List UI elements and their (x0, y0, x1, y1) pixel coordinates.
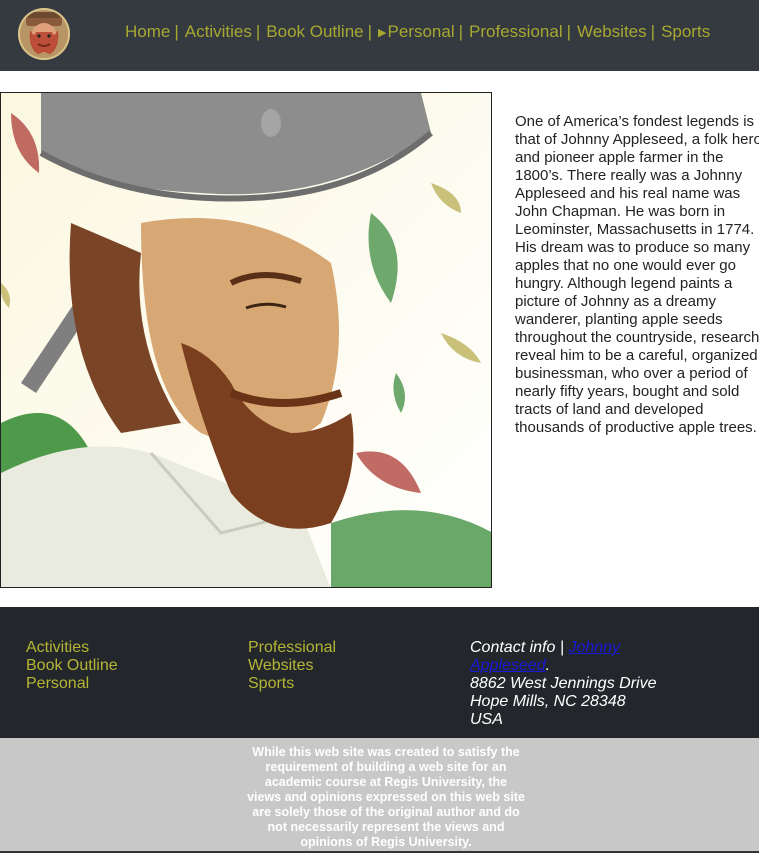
footer-link-activities[interactable]: Activities (26, 639, 118, 657)
disclaimer-bar: While this web site was created to satis… (0, 738, 759, 851)
johnny-appleseed-illustration (0, 92, 492, 588)
nav-professional[interactable]: Professional (469, 22, 563, 42)
nav-separator: | (367, 22, 373, 41)
nav-websites[interactable]: Websites (577, 22, 647, 42)
nav-book-outline[interactable]: Book Outline (266, 22, 363, 42)
nav-personal[interactable]: Personal (388, 22, 455, 42)
dropdown-arrow-icon: ▶ (378, 26, 387, 39)
nav-separator: | (566, 22, 572, 41)
site-footer: Activities Book Outline Personal Profess… (0, 607, 759, 738)
footer-links-col2: Professional Websites Sports (248, 639, 336, 693)
address-line-1: 8862 West Jennings Drive (470, 675, 657, 692)
footer-link-websites[interactable]: Websites (248, 657, 336, 675)
nav-sports[interactable]: Sports (661, 22, 710, 42)
main-nav: Home | Activities | Book Outline | ▶ Per… (125, 22, 710, 42)
nav-home[interactable]: Home (125, 22, 170, 42)
footer-link-sports[interactable]: Sports (248, 675, 336, 693)
nav-activities[interactable]: Activities (185, 22, 252, 42)
footer-link-professional[interactable]: Professional (248, 639, 336, 657)
nav-separator: | (255, 22, 261, 41)
address-country: USA (470, 711, 503, 728)
contact-info: Contact info | Johnny Appleseed. 8862 We… (470, 639, 670, 729)
address-line-2: Hope Mills, NC 28348 (470, 693, 626, 710)
story-paragraph: One of America’s fondest legends is that… (515, 113, 759, 436)
site-header: Home | Activities | Book Outline | ▶ Per… (0, 0, 759, 71)
footer-links-col1: Activities Book Outline Personal (26, 639, 118, 693)
nav-separator: | (174, 22, 179, 41)
logo-avatar[interactable] (18, 8, 70, 60)
footer-link-personal[interactable]: Personal (26, 675, 118, 693)
footer-link-book-outline[interactable]: Book Outline (26, 657, 118, 675)
disclaimer-text: While this web site was created to satis… (247, 745, 525, 849)
contact-period: . (545, 657, 551, 674)
nav-separator: | (650, 22, 656, 41)
contact-label: Contact info | (470, 639, 564, 656)
nav-separator: | (458, 22, 464, 41)
